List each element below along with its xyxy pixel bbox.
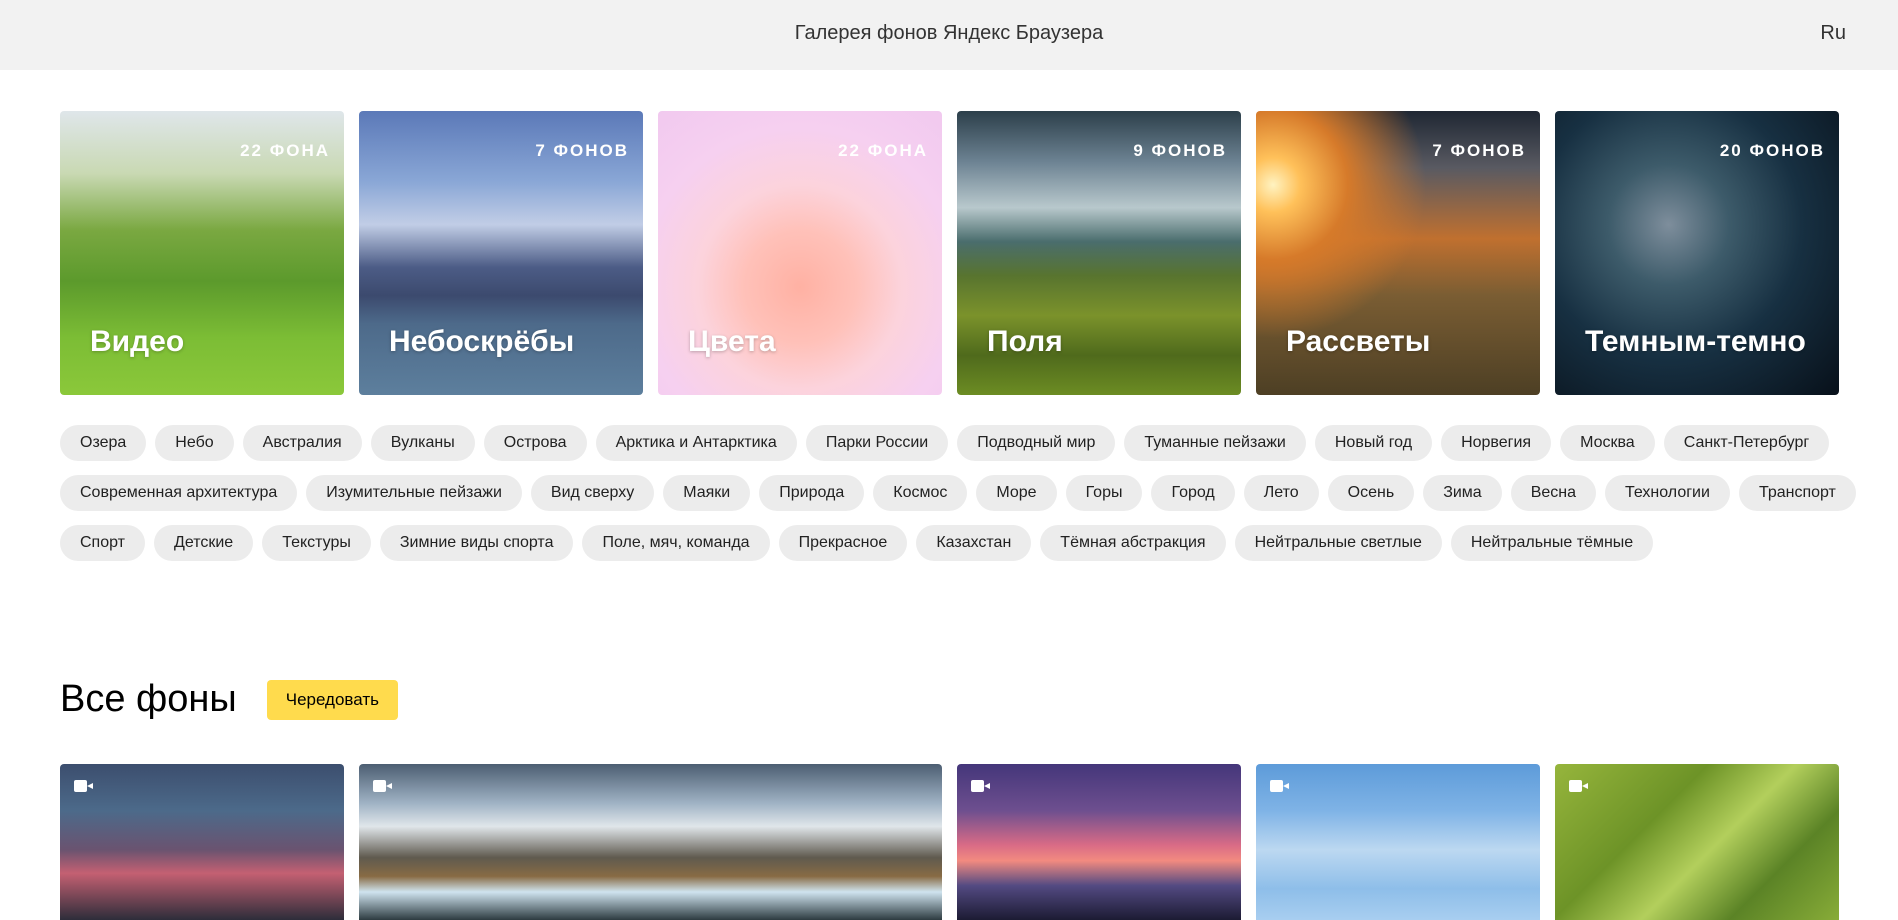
collection-name: Рассветы bbox=[1286, 325, 1431, 358]
video-camera-icon bbox=[373, 780, 393, 792]
collection-name: Поля bbox=[987, 325, 1063, 358]
wallpaper-tile[interactable] bbox=[1256, 764, 1540, 920]
tag-chip[interactable]: Арктика и Антарктика bbox=[595, 425, 797, 461]
tag-chip[interactable]: Небо bbox=[155, 425, 234, 461]
collection-count: 7 ФОНОВ bbox=[535, 141, 629, 160]
collection-card-colors[interactable]: 22 ФОНА Цвета bbox=[658, 111, 942, 395]
tag-chip[interactable]: Прекрасное bbox=[778, 525, 908, 561]
wallpaper-grid bbox=[60, 764, 1839, 920]
tag-chip[interactable]: Лето bbox=[1243, 475, 1319, 511]
collection-count: 9 ФОНОВ bbox=[1133, 141, 1227, 160]
tag-chip[interactable]: Изумительные пейзажи bbox=[306, 475, 522, 511]
shuffle-button[interactable]: Чередовать bbox=[266, 679, 398, 720]
collection-card-sunrises[interactable]: 7 ФОНОВ Рассветы bbox=[1256, 111, 1540, 395]
tag-chip[interactable]: Вид сверху bbox=[530, 475, 655, 511]
section-title: Все фоны bbox=[60, 678, 237, 720]
tag-chip[interactable]: Осень bbox=[1327, 475, 1415, 511]
tag-chip[interactable]: Транспорт bbox=[1738, 475, 1856, 511]
collection-count: 20 ФОНОВ bbox=[1719, 141, 1825, 160]
tag-chip[interactable]: Современная архитектура bbox=[60, 475, 298, 511]
page-title: Галерея фонов Яндекс Браузера bbox=[794, 22, 1104, 44]
tag-chip[interactable]: Москва bbox=[1560, 425, 1655, 461]
tag-chip[interactable]: Спорт bbox=[60, 525, 145, 561]
tag-chip[interactable]: Природа bbox=[759, 475, 865, 511]
tag-chip[interactable]: Тёмная абстракция bbox=[1040, 525, 1226, 561]
video-camera-icon bbox=[971, 780, 991, 792]
tag-chip[interactable]: Новый год bbox=[1314, 425, 1433, 461]
video-camera-icon bbox=[1569, 780, 1589, 792]
tag-chip[interactable]: Весна bbox=[1510, 475, 1596, 511]
tag-chip[interactable]: Норвегия bbox=[1441, 425, 1552, 461]
wallpaper-tile[interactable] bbox=[957, 764, 1241, 920]
tag-chip[interactable]: Вулканы bbox=[370, 425, 475, 461]
tag-chip[interactable]: Острова bbox=[483, 425, 587, 461]
tag-chip[interactable]: Подводный мир bbox=[957, 425, 1116, 461]
collection-count: 22 ФОНА bbox=[240, 141, 330, 160]
tag-chip[interactable]: Технологии bbox=[1605, 475, 1730, 511]
all-wallpapers-header: Все фоны Чередовать bbox=[60, 678, 398, 721]
tag-chip[interactable]: Санкт-Петербург bbox=[1663, 425, 1830, 461]
language-switch[interactable]: Ru bbox=[1820, 22, 1846, 45]
tag-chip[interactable]: Поле, мяч, команда bbox=[582, 525, 770, 561]
tag-chip[interactable]: Парки России bbox=[805, 425, 949, 461]
wallpaper-tile[interactable] bbox=[60, 764, 344, 920]
tag-chip[interactable]: Нейтральные светлые bbox=[1234, 525, 1442, 561]
tag-chip[interactable]: Город bbox=[1151, 475, 1235, 511]
collection-card-skyscrapers[interactable]: 7 ФОНОВ Небоскрёбы bbox=[359, 111, 643, 395]
wallpaper-tile[interactable] bbox=[1555, 764, 1839, 920]
tag-chip[interactable]: Море bbox=[976, 475, 1057, 511]
tag-chip[interactable]: Детские bbox=[154, 525, 254, 561]
tag-chip[interactable]: Космос bbox=[873, 475, 968, 511]
collection-name: Небоскрёбы bbox=[389, 325, 575, 358]
tag-chip[interactable]: Туманные пейзажи bbox=[1124, 425, 1306, 461]
collection-name: Видео bbox=[90, 325, 185, 358]
tag-chip[interactable]: Казахстан bbox=[916, 525, 1032, 561]
top-bar: Галерея фонов Яндекс Браузера Ru bbox=[0, 0, 1898, 70]
collection-count: 22 ФОНА bbox=[838, 141, 928, 160]
collection-name: Темным-темно bbox=[1585, 325, 1806, 358]
tag-chip[interactable]: Текстуры bbox=[262, 525, 371, 561]
collection-card-dark[interactable]: 20 ФОНОВ Темным-темно bbox=[1555, 111, 1839, 395]
tag-chip[interactable]: Австралия bbox=[242, 425, 362, 461]
collection-card-video[interactable]: 22 ФОНА Видео bbox=[60, 111, 344, 395]
tag-chip[interactable]: Горы bbox=[1065, 475, 1143, 511]
video-camera-icon bbox=[74, 780, 94, 792]
collection-name: Цвета bbox=[688, 325, 776, 358]
wallpaper-tile[interactable] bbox=[359, 764, 942, 920]
tag-list: Озера Небо Австралия Вулканы Острова Арктика … bbox=[60, 425, 1860, 561]
collection-card-fields[interactable]: 9 ФОНОВ Поля bbox=[957, 111, 1241, 395]
tag-chip[interactable]: Зимние виды спорта bbox=[379, 525, 574, 561]
tag-chip[interactable]: Маяки bbox=[663, 475, 751, 511]
video-camera-icon bbox=[1270, 780, 1290, 792]
tag-chip[interactable]: Озера bbox=[60, 425, 147, 461]
tag-chip[interactable]: Зима bbox=[1423, 475, 1502, 511]
collection-count: 7 ФОНОВ bbox=[1432, 141, 1526, 160]
collections-row: 22 ФОНА Видео 7 ФОНОВ Небоскрёбы 22 ФОНА… bbox=[60, 111, 1839, 395]
tag-chip[interactable]: Нейтральные тёмные bbox=[1450, 525, 1654, 561]
